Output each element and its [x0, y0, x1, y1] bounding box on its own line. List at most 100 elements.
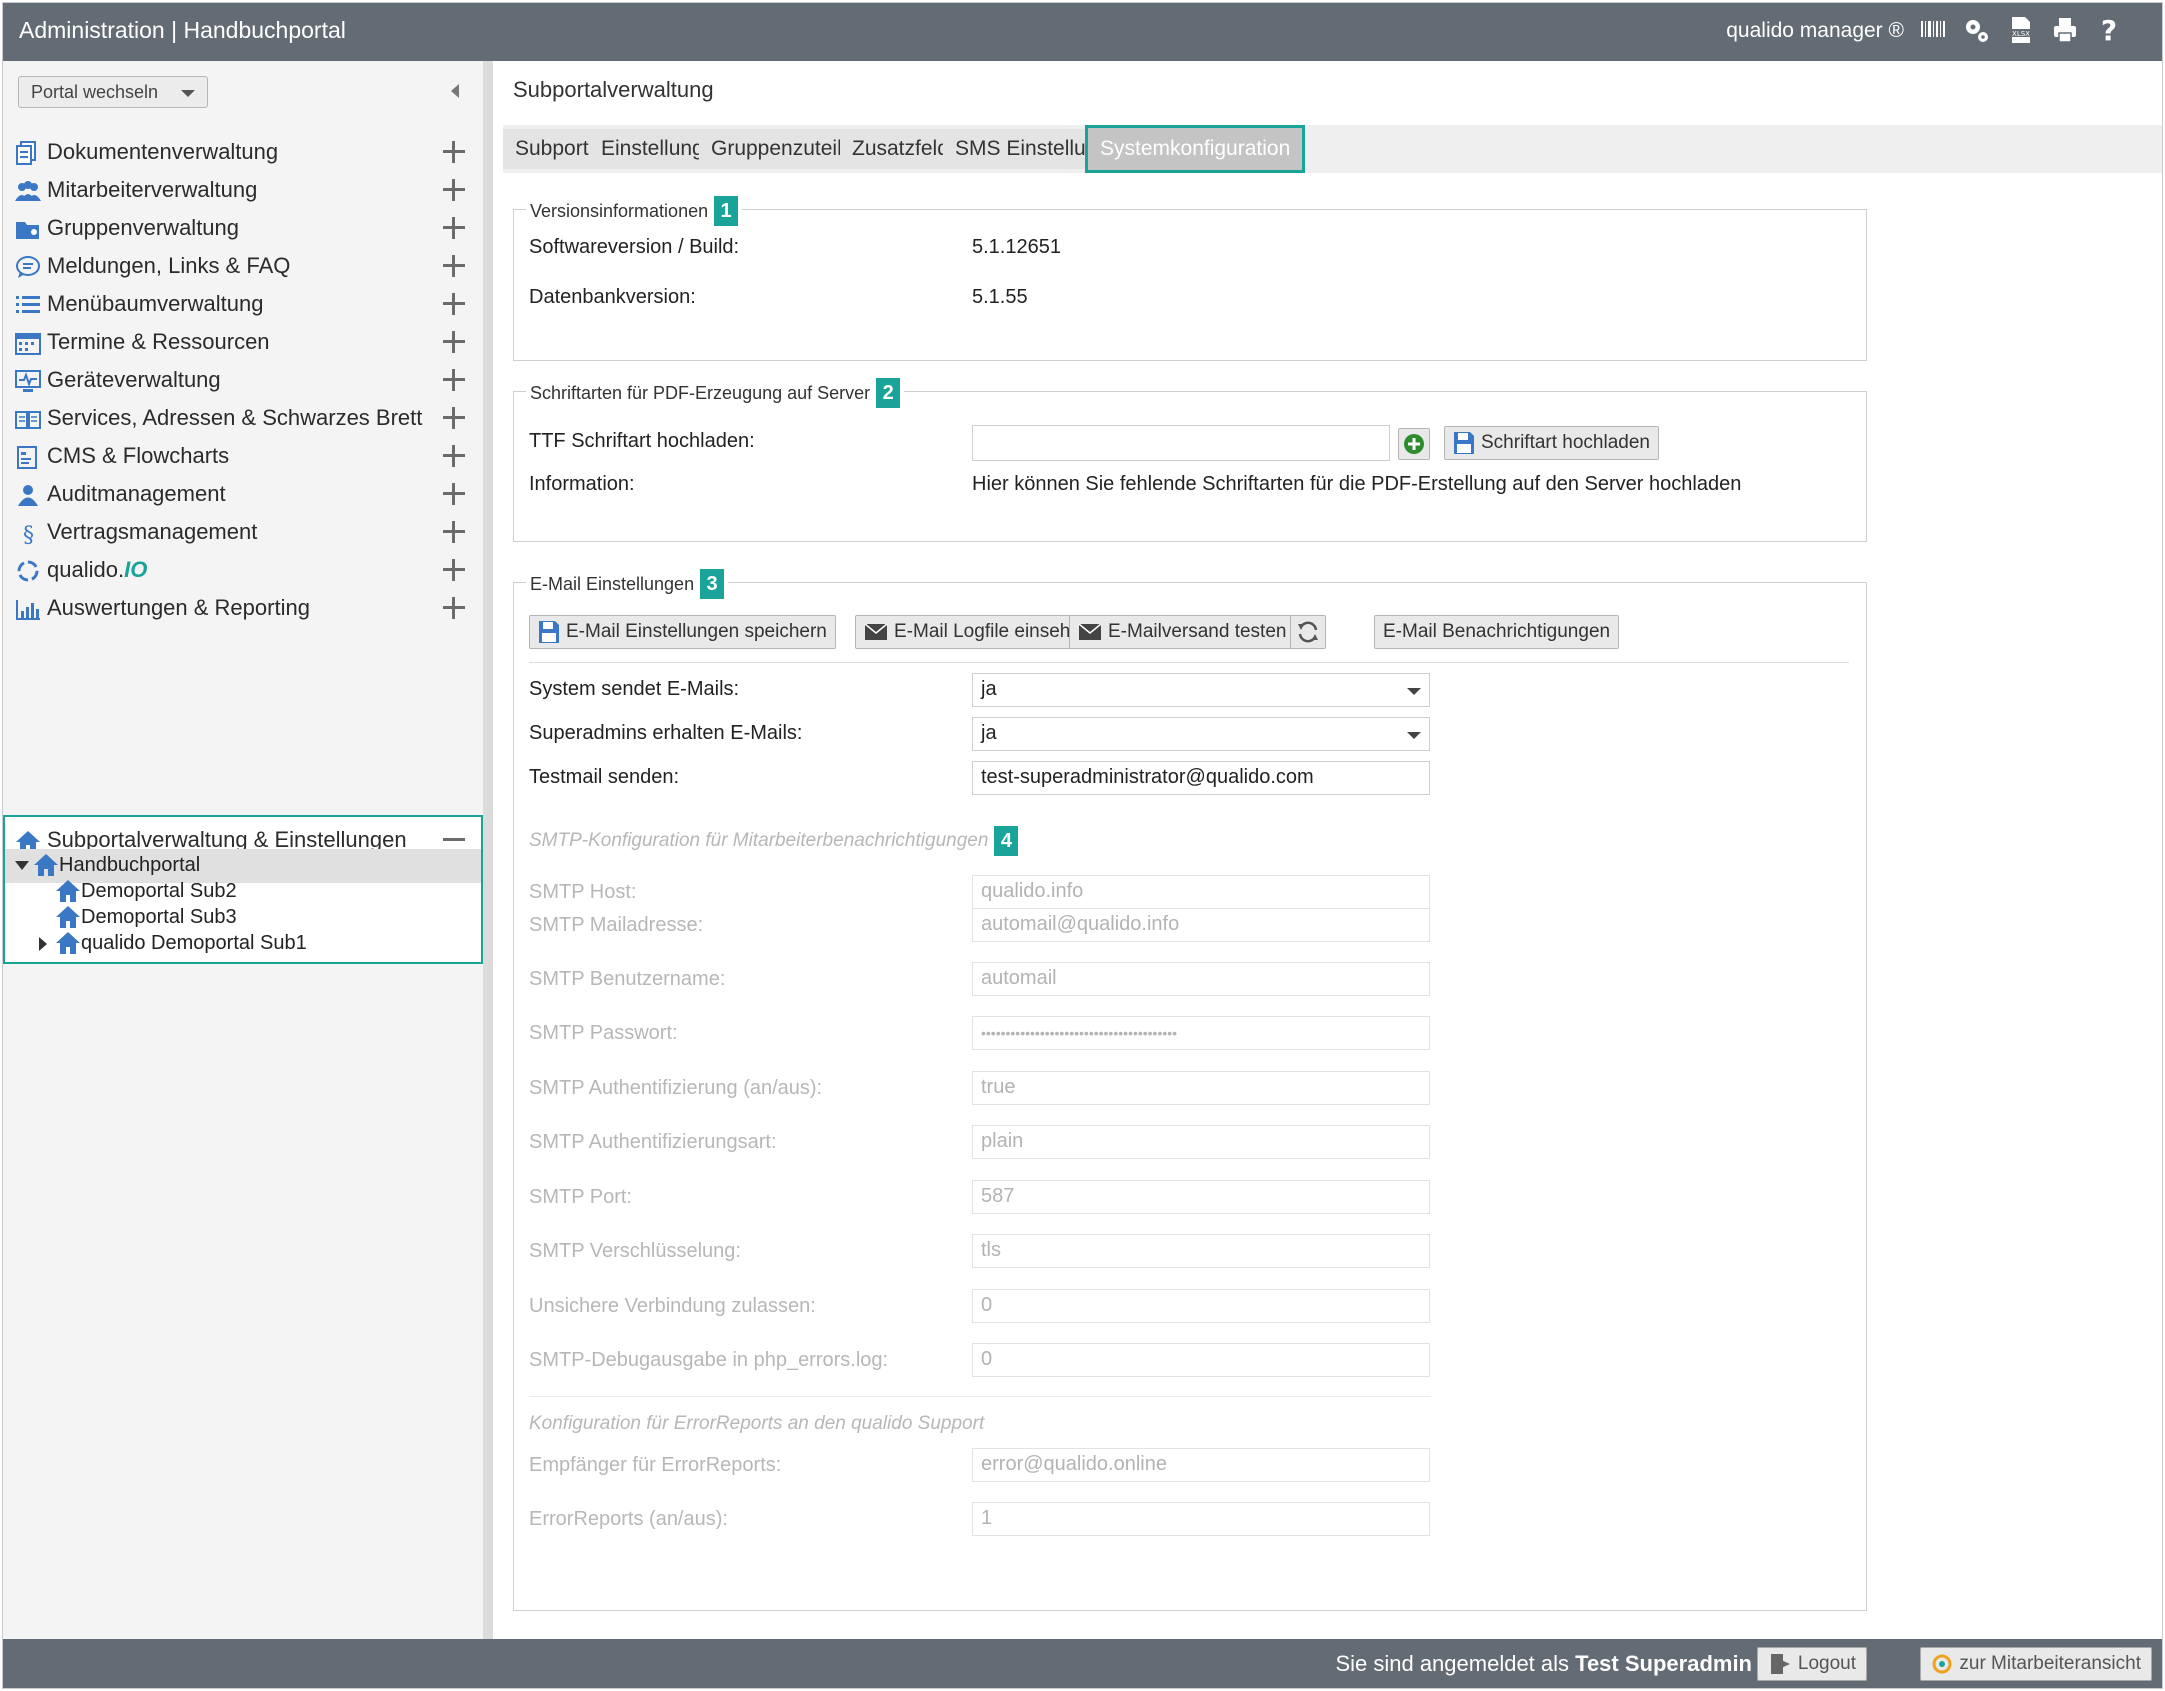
logout-button[interactable]: Logout	[1756, 1647, 1867, 1681]
add-file-button[interactable]	[1398, 428, 1430, 460]
email-legend: E-Mail Einstellungen 3	[526, 569, 729, 599]
auditor-icon	[15, 483, 41, 507]
superadmins-select[interactable]: ja	[972, 717, 1430, 751]
expand-plus-icon[interactable]	[443, 597, 465, 619]
sidebar-item-label: qualido.IO	[47, 557, 147, 583]
system-sends-label: System sendet E-Mails:	[529, 678, 740, 700]
gears-icon[interactable]	[1964, 15, 1990, 45]
software-version-label: Softwareversion / Build:	[529, 236, 740, 258]
expand-plus-icon[interactable]	[443, 407, 465, 429]
email-logfile-button[interactable]: E-Mail Logfile einsehen	[855, 615, 1101, 649]
cms-icon	[15, 445, 41, 469]
smtp-authtype-input[interactable]: plain	[972, 1125, 1430, 1159]
help-icon[interactable]: ?	[2096, 14, 2122, 47]
qualido-io-icon	[15, 559, 41, 583]
expand-plus-icon[interactable]	[443, 331, 465, 353]
expand-plus-icon[interactable]	[443, 559, 465, 581]
sidebar-item-label: CMS & Flowcharts	[47, 443, 230, 468]
expand-plus-icon[interactable]	[443, 141, 465, 163]
smtp-password-input[interactable]: ••••••••••••••••••••••••••••••••••••••••	[972, 1016, 1430, 1050]
device-monitor-icon	[15, 369, 41, 393]
xlsx-icon[interactable]: XLSX	[2008, 15, 2034, 45]
sidebar-item-auswertungen[interactable]: Auswertungen & Reporting	[3, 583, 483, 635]
chat-bubble-icon	[15, 255, 41, 279]
email-test-label: E-Mailversand testen	[1108, 621, 1287, 642]
floppy-disk-icon	[1454, 432, 1474, 454]
testmail-label: Testmail senden:	[529, 766, 680, 788]
sidebar: Portal wechseln Dokumentenverwaltung Mit…	[3, 61, 493, 1639]
version-legend: Versionsinformationen 1	[526, 196, 743, 226]
superadmins-label: Superadmins erhalten E-Mails:	[529, 722, 803, 744]
svg-text:§: §	[23, 523, 34, 545]
smtp-host-input[interactable]: qualido.info	[972, 875, 1430, 909]
logged-in-message: Sie sind angemeldet als Test Superadmin	[1335, 1651, 1752, 1677]
tab-systemkonfiguration[interactable]: Systemkonfiguration	[1085, 125, 1306, 173]
caret-right-icon[interactable]	[39, 937, 47, 951]
expand-plus-icon[interactable]	[443, 445, 465, 467]
expand-plus-icon[interactable]	[443, 179, 465, 201]
sidebar-item-label: Vertragsmanagement	[47, 519, 258, 544]
tab-bar: Subportal Einstellungen Gruppenzuteilung…	[503, 125, 2162, 173]
expand-plus-icon[interactable]	[443, 217, 465, 239]
tree-node-label: Demoportal Sub3	[81, 906, 237, 928]
errorreport-toggle-input[interactable]: 1	[972, 1502, 1430, 1536]
expand-plus-icon[interactable]	[443, 483, 465, 505]
collapse-minus-icon[interactable]	[443, 829, 465, 851]
app-window: Administration | Handbuchportal qualido …	[2, 2, 2163, 1689]
upload-font-button-label: Schriftart hochladen	[1481, 432, 1650, 453]
refresh-button[interactable]	[1290, 615, 1326, 649]
book-icon	[15, 407, 41, 431]
smtp-auth-input[interactable]: true	[972, 1071, 1430, 1105]
tree-node-label: qualido Demoportal Sub1	[81, 932, 307, 954]
portal-switch-select[interactable]: Portal wechseln	[18, 76, 208, 108]
divider	[529, 662, 1849, 663]
plus-circle-icon	[1404, 434, 1424, 454]
upload-font-button[interactable]: Schriftart hochladen	[1444, 426, 1659, 460]
barcode-icon[interactable]	[1920, 15, 1946, 45]
bar-chart-icon	[15, 597, 41, 621]
tree-node-label: Handbuchportal	[59, 854, 201, 876]
smtp-host-label: SMTP Host:	[529, 881, 637, 903]
ttf-file-input[interactable]	[972, 425, 1390, 461]
sidebar-item-label: Auswertungen & Reporting	[47, 595, 310, 620]
smtp-mailaddress-input[interactable]: automail@qualido.info	[972, 908, 1430, 942]
save-email-settings-button[interactable]: E-Mail Einstellungen speichern	[529, 615, 836, 649]
print-icon[interactable]	[2052, 15, 2078, 45]
email-notifications-button[interactable]: E-Mail Benachrichtigungen	[1374, 615, 1620, 649]
collapse-sidebar-icon[interactable]	[451, 84, 459, 98]
fonts-legend: Schriftarten für PDF-Erzeugung auf Serve…	[526, 378, 905, 408]
information-text: Hier können Sie fehlende Schriftarten fü…	[972, 473, 1742, 495]
email-section: E-Mail Einstellungen 3 E-Mail Einstellun…	[513, 569, 1867, 1611]
expand-plus-icon[interactable]	[443, 369, 465, 391]
smtp-encryption-input[interactable]: tls	[972, 1234, 1430, 1268]
envelope-icon	[864, 623, 888, 640]
home-icon	[55, 930, 81, 956]
smtp-auth-label: SMTP Authentifizierung (an/aus):	[529, 1077, 823, 1099]
fonts-section: Schriftarten für PDF-Erzeugung auf Serve…	[513, 378, 1867, 542]
employee-view-button[interactable]: zur Mitarbeiteransicht	[1920, 1647, 2152, 1681]
expand-plus-icon[interactable]	[443, 293, 465, 315]
smtp-username-input[interactable]: automail	[972, 962, 1430, 996]
smtp-port-input[interactable]: 587	[972, 1180, 1430, 1214]
smtp-debug-input[interactable]: 0	[972, 1343, 1430, 1377]
smtp-mailaddress-label: SMTP Mailadresse:	[529, 914, 704, 936]
sidebar-item-label: Geräteverwaltung	[47, 367, 221, 392]
tree-node-qualido-demoportal-sub1[interactable]: qualido Demoportal Sub1	[5, 927, 481, 961]
errorreport-recipient-input[interactable]: error@qualido.online	[972, 1448, 1430, 1482]
sidebar-item-label: Gruppenverwaltung	[47, 215, 240, 240]
version-section: Versionsinformationen 1 Softwareversion …	[513, 196, 1867, 361]
expand-plus-icon[interactable]	[443, 255, 465, 277]
sidebar-item-label: Auditmanagement	[47, 481, 226, 506]
list-icon	[15, 293, 41, 317]
caret-down-icon[interactable]	[15, 861, 29, 870]
section-badge-1: 1	[714, 196, 739, 226]
smtp-port-label: SMTP Port:	[529, 1186, 632, 1208]
qualido-logo-icon	[1932, 1654, 1952, 1674]
insecure-connection-input[interactable]: 0	[972, 1289, 1430, 1323]
ttf-upload-label: TTF Schriftart hochladen:	[529, 430, 755, 452]
expand-plus-icon[interactable]	[443, 521, 465, 543]
email-test-button[interactable]: E-Mailversand testen	[1069, 615, 1296, 649]
testmail-input[interactable]: test-superadministrator@qualido.com	[972, 761, 1430, 795]
fonts-legend-text: Schriftarten für PDF-Erzeugung auf Serve…	[530, 382, 871, 403]
system-sends-select[interactable]: ja	[972, 673, 1430, 707]
